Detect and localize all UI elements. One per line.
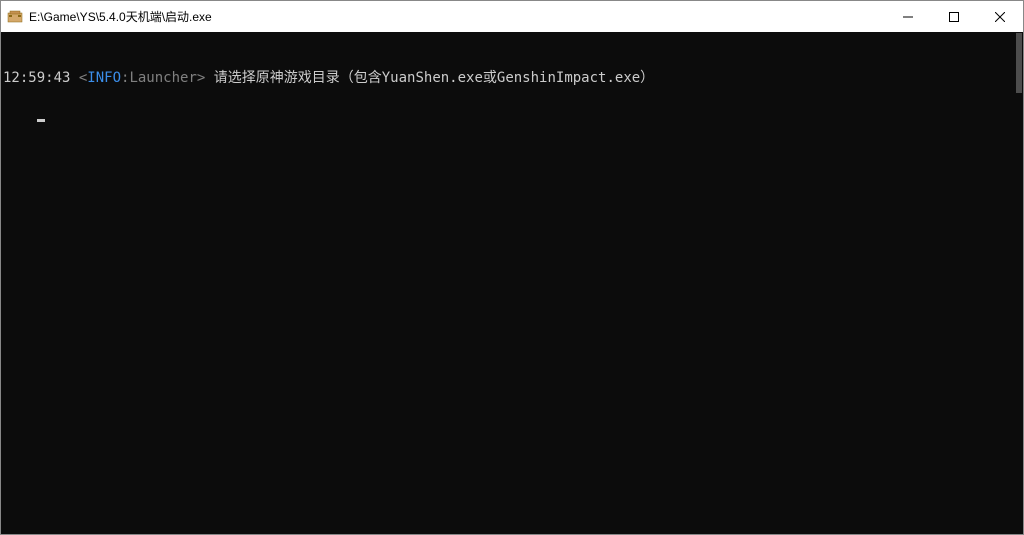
- log-bracket-close: >: [197, 70, 214, 86]
- log-timestamp: 12:59:43: [3, 70, 70, 86]
- maximize-icon: [949, 12, 959, 22]
- log-level: INFO: [87, 70, 121, 86]
- window-title: E:\Game\YS\5.4.0天机端\启动.exe: [29, 8, 885, 25]
- log-bracket-open: <: [70, 70, 87, 86]
- app-window: E:\Game\YS\5.4.0天机端\启动.exe 12:59:43 <IN: [0, 0, 1024, 535]
- minimize-icon: [903, 12, 913, 22]
- log-source: Launcher: [129, 70, 196, 86]
- console-output[interactable]: 12:59:43 <INFO:Launcher> 请选择原神游戏目录（包含Yua…: [1, 32, 1023, 534]
- titlebar[interactable]: E:\Game\YS\5.4.0天机端\启动.exe: [1, 1, 1023, 32]
- close-icon: [995, 12, 1005, 22]
- window-controls: [885, 1, 1023, 32]
- maximize-button[interactable]: [931, 1, 977, 32]
- close-button[interactable]: [977, 1, 1023, 32]
- console-cursor: [37, 119, 45, 122]
- log-message: 请选择原神游戏目录（包含YuanShen.exe或GenshinImpact.e…: [214, 70, 654, 86]
- log-line: 12:59:43 <INFO:Launcher> 请选择原神游戏目录（包含Yua…: [3, 69, 1021, 87]
- scrollbar-thumb[interactable]: [1016, 33, 1022, 93]
- minimize-button[interactable]: [885, 1, 931, 32]
- app-icon: [7, 9, 23, 25]
